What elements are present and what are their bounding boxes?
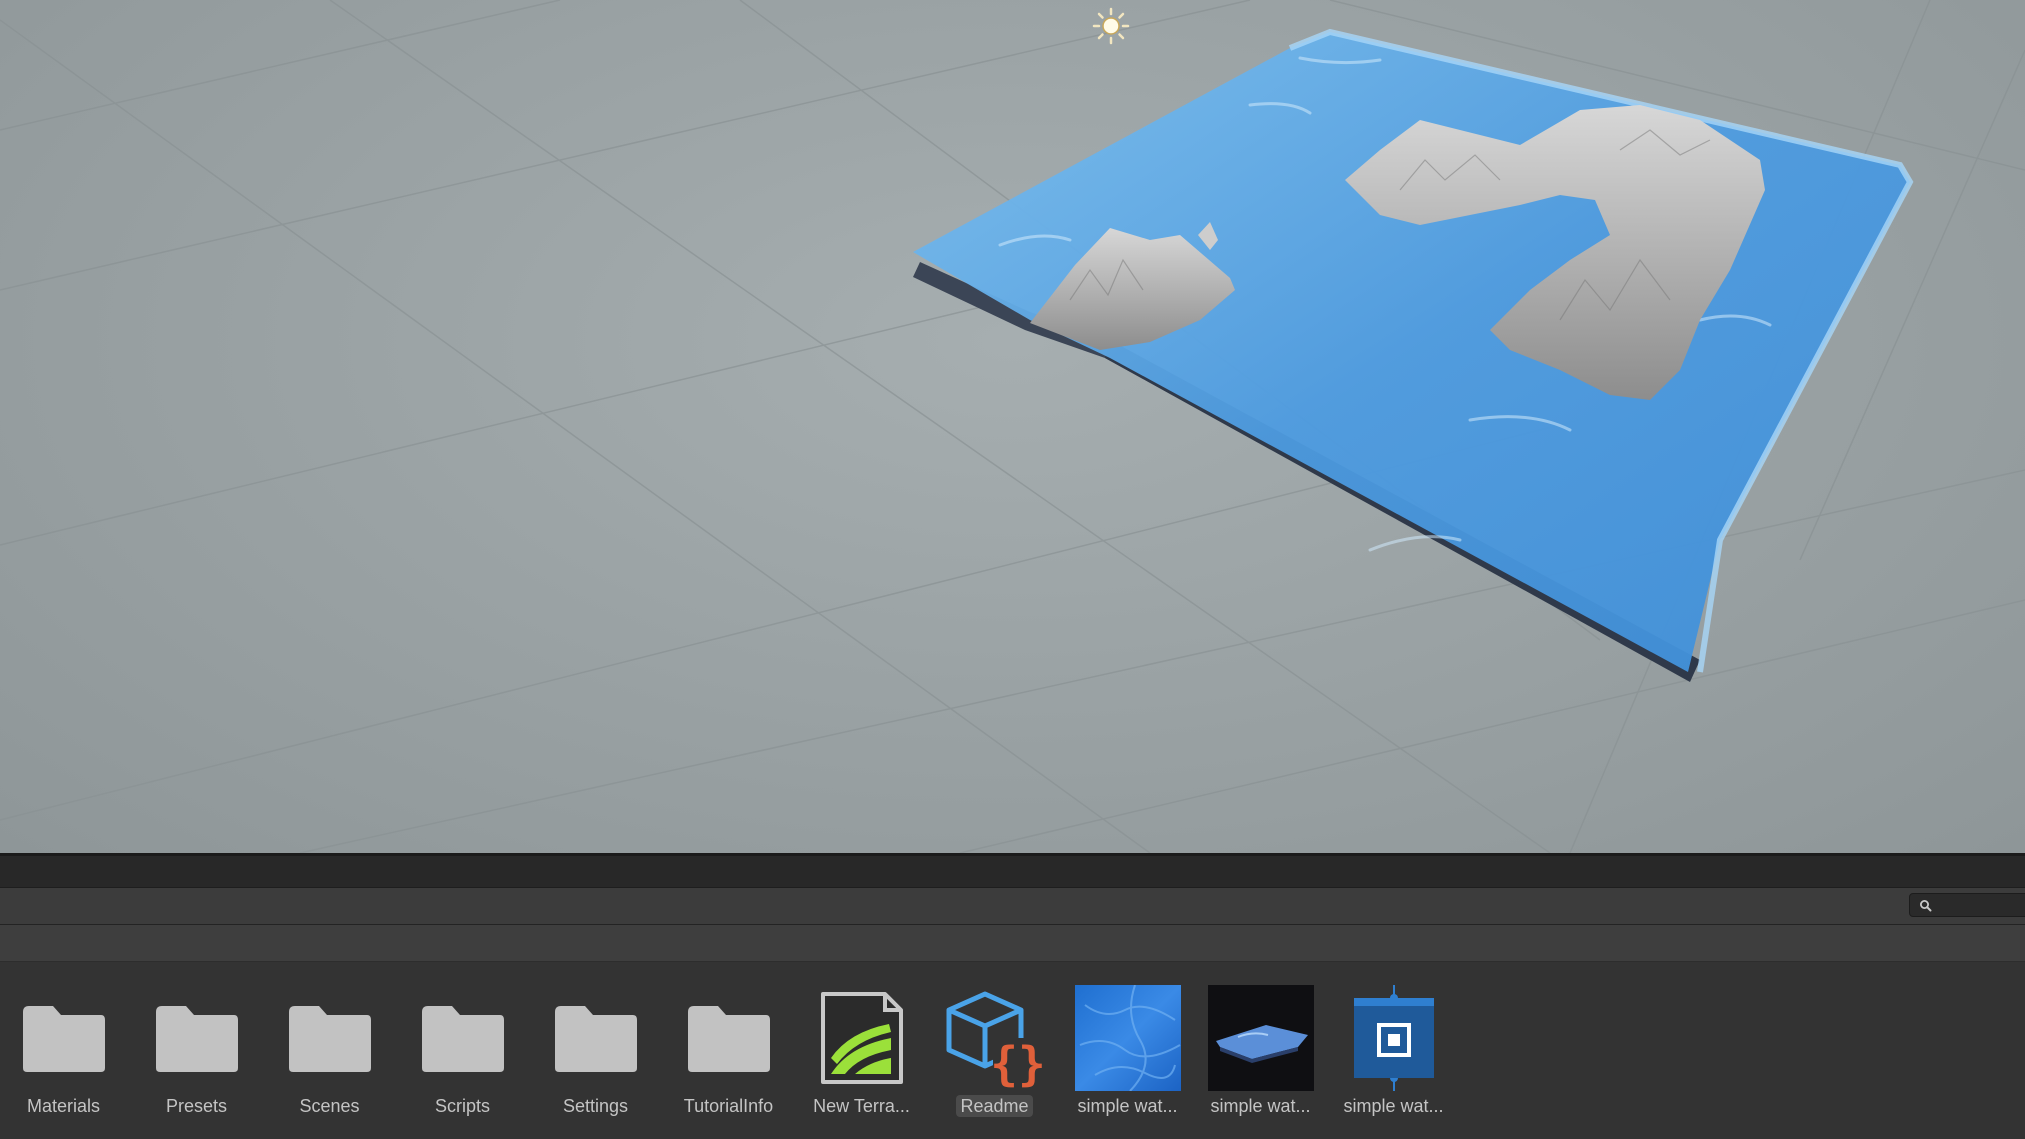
- asset-item-materials[interactable]: Materials: [0, 962, 130, 1139]
- folder-icon: [143, 984, 251, 1092]
- terrain-asset-icon: [808, 984, 916, 1092]
- project-tab-bar: [0, 856, 2025, 888]
- asset-label: Scenes: [299, 1096, 360, 1116]
- asset-label: Scripts: [434, 1096, 490, 1116]
- water-material-thumbnail: [1207, 984, 1315, 1092]
- breadcrumb: [0, 925, 2025, 962]
- folder-icon: [542, 984, 650, 1092]
- water-terrain-object[interactable]: [913, 28, 1914, 682]
- folder-icon: [276, 984, 384, 1092]
- asset-grid: Materials Presets Scenes Scripts Setting…: [0, 962, 2025, 1139]
- asset-label: Presets: [165, 1096, 228, 1116]
- search-field[interactable]: [1909, 893, 2025, 917]
- asset-item-settings[interactable]: Settings: [529, 962, 662, 1139]
- asset-label: simple wat...: [1077, 1096, 1178, 1116]
- water-texture-thumbnail: [1074, 984, 1182, 1092]
- readme-script-icon: {}: [941, 984, 1049, 1092]
- asset-label: simple wat...: [1210, 1096, 1311, 1116]
- directional-light-icon[interactable]: [1092, 7, 1130, 45]
- asset-item-water-texture[interactable]: simple wat...: [1061, 962, 1194, 1139]
- asset-label-text: Readme: [956, 1095, 1033, 1117]
- search-input[interactable]: [1936, 896, 2024, 914]
- scene-viewport[interactable]: [0, 0, 2025, 853]
- asset-label: Readme: [928, 1095, 1061, 1117]
- folder-icon: [675, 984, 783, 1092]
- search-icon: [1920, 900, 1932, 912]
- asset-label: Settings: [562, 1096, 629, 1116]
- folder-icon: [10, 984, 118, 1092]
- asset-label: Materials: [26, 1096, 101, 1116]
- asset-item-tutorialinfo[interactable]: TutorialInfo: [662, 962, 795, 1139]
- asset-item-water-prefab[interactable]: simple wat...: [1327, 962, 1460, 1139]
- asset-item-scenes[interactable]: Scenes: [263, 962, 396, 1139]
- asset-label: New Terra...: [813, 1096, 910, 1116]
- asset-item-readme[interactable]: {} Readme: [928, 962, 1061, 1139]
- folder-icon: [409, 984, 517, 1092]
- scene-view[interactable]: [0, 0, 2025, 853]
- asset-item-scripts[interactable]: Scripts: [396, 962, 529, 1139]
- svg-text:{}: {}: [990, 1037, 1045, 1088]
- asset-label: simple wat...: [1343, 1096, 1444, 1116]
- water-prefab-icon: [1340, 984, 1448, 1092]
- project-toolbar: [0, 888, 2025, 925]
- asset-item-new-terrain[interactable]: New Terra...: [795, 962, 928, 1139]
- asset-label: TutorialInfo: [683, 1096, 774, 1116]
- asset-item-water-material[interactable]: simple wat...: [1194, 962, 1327, 1139]
- asset-item-presets[interactable]: Presets: [130, 962, 263, 1139]
